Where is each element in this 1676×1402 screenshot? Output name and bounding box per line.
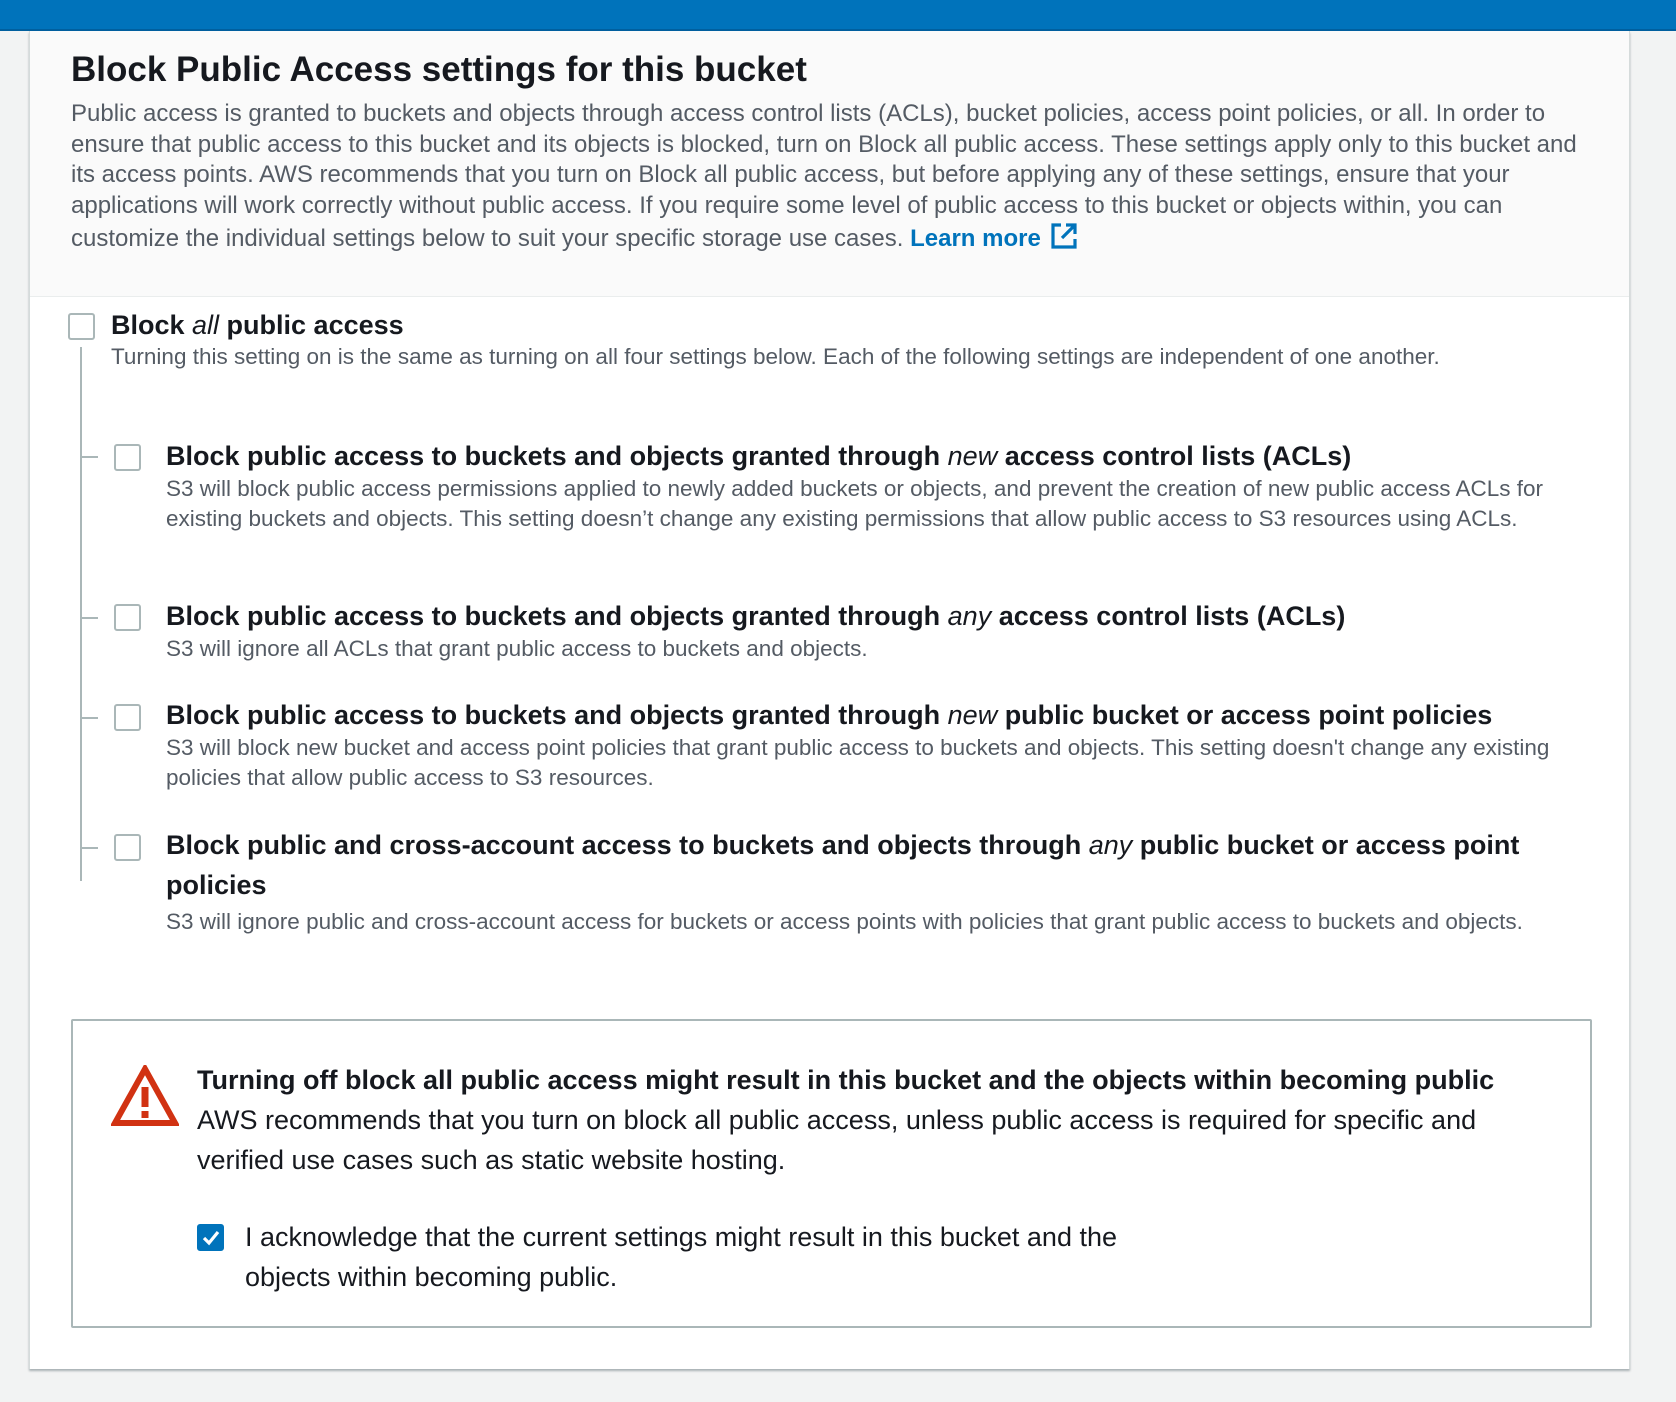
tree-branch	[80, 717, 98, 719]
checkmark-icon	[202, 1230, 220, 1246]
learn-more-link[interactable]: Learn more	[910, 223, 1079, 252]
block-all-title-emphasis: all	[192, 310, 220, 340]
tree-branch	[80, 617, 98, 619]
option-title-pre: Block public access to buckets and objec…	[166, 700, 948, 730]
block-new-policies-checkbox[interactable]	[114, 704, 141, 731]
acknowledge-label: I acknowledge that the current settings …	[245, 1222, 1117, 1292]
option-title-pre: Block public and cross-account access to…	[166, 830, 1089, 860]
block-all-public-access-description: Turning this setting on is the same as t…	[111, 344, 1440, 369]
option-title-emphasis: any	[947, 601, 992, 631]
acknowledge-checkbox[interactable]	[197, 1224, 224, 1251]
block-any-acls-description: S3 will ignore all ACLs that grant publi…	[166, 636, 868, 661]
block-any-policies-description: S3 will ignore public and cross-account …	[166, 909, 1523, 934]
block-new-policies-description: S3 will block new bucket and access poin…	[166, 735, 1550, 790]
block-any-acls-title: Block public access to buckets and objec…	[166, 596, 1345, 636]
warning-alert: Turning off block all public access migh…	[71, 1019, 1592, 1328]
block-new-acls-checkbox[interactable]	[114, 444, 141, 471]
panel-description-text: Public access is granted to buckets and …	[71, 100, 1577, 252]
alert-body: AWS recommends that you turn on block al…	[197, 1105, 1477, 1175]
block-any-policies-title: Block public and cross-account access to…	[166, 825, 1606, 905]
panel-description: Public access is granted to buckets and …	[71, 99, 1601, 255]
option-title-pre: Block public access to buckets and objec…	[166, 441, 948, 471]
external-link-icon	[1051, 223, 1077, 249]
tree-connector	[80, 347, 82, 881]
block-any-policies-checkbox[interactable]	[114, 834, 141, 861]
block-new-acls-description: S3 will block public access permissions …	[166, 476, 1543, 531]
option-title-post: access control lists (ACLs)	[997, 441, 1352, 471]
option-title-pre: Block public access to buckets and objec…	[166, 601, 948, 631]
block-new-policies-title: Block public access to buckets and objec…	[166, 695, 1492, 735]
tree-branch	[80, 456, 98, 458]
block-new-acls-title: Block public access to buckets and objec…	[166, 436, 1351, 476]
option-title-post: access control lists (ACLs)	[991, 601, 1346, 631]
learn-more-label: Learn more	[910, 225, 1041, 252]
option-title-post: public bucket or access point policies	[997, 700, 1493, 730]
panel-title: Block Public Access settings for this bu…	[71, 50, 807, 89]
option-title-emphasis: new	[947, 700, 998, 730]
block-public-access-panel: Block Public Access settings for this bu…	[29, 31, 1630, 1369]
block-any-acls-checkbox[interactable]	[114, 604, 141, 631]
block-all-title-post: public access	[219, 310, 404, 340]
panel-header: Block Public Access settings for this bu…	[30, 31, 1629, 297]
block-all-public-access-checkbox[interactable]	[68, 313, 95, 340]
warning-triangle-icon	[111, 1065, 179, 1126]
tree-branch	[80, 847, 98, 849]
top-bar	[0, 0, 1676, 31]
option-title-emphasis: new	[947, 441, 998, 471]
alert-title: Turning off block all public access migh…	[197, 1065, 1495, 1095]
block-all-public-access-title: Block all public access	[111, 305, 404, 345]
option-title-emphasis: any	[1088, 830, 1133, 860]
block-all-title-pre: Block	[111, 310, 193, 340]
